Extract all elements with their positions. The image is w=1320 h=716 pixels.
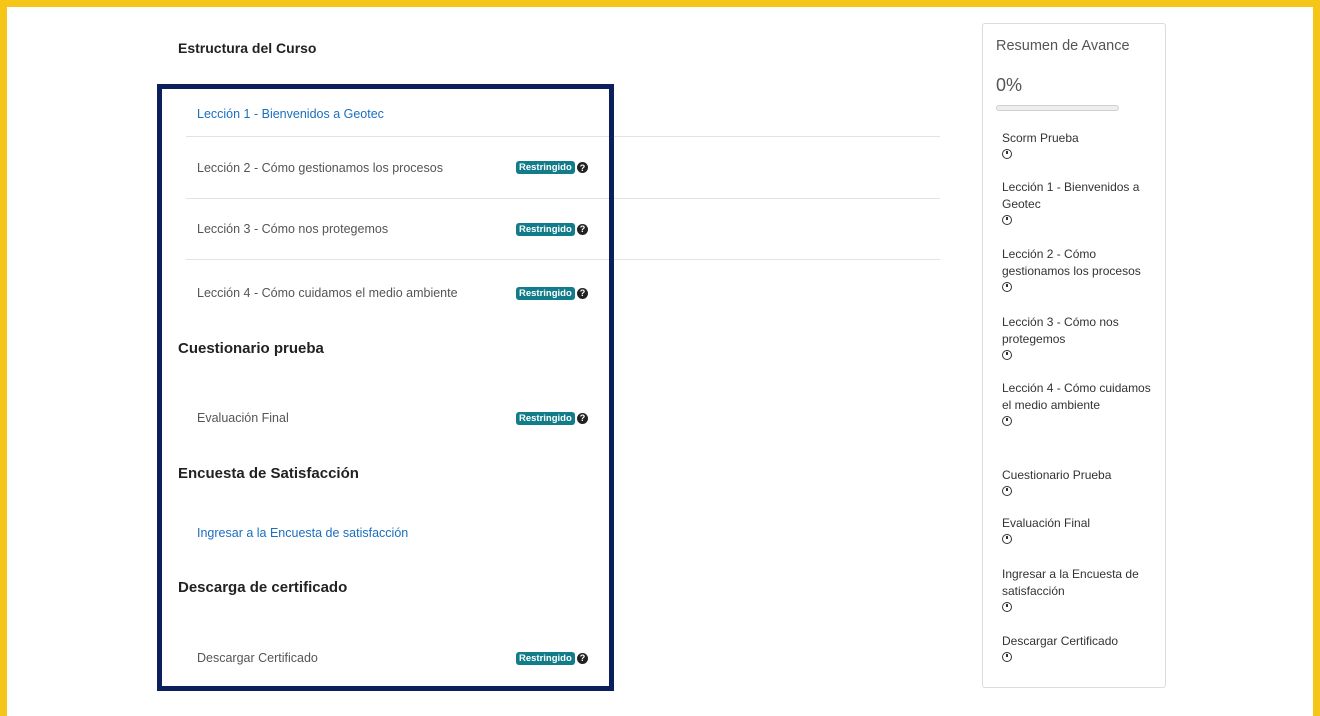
clock-icon <box>1002 416 1012 426</box>
summary-item-label: Descargar Certificado <box>1002 634 1119 648</box>
summary-item-label: Lección 1 - Bienvenidos a Geotec <box>1002 180 1140 211</box>
clock-icon <box>1002 534 1012 544</box>
summary-item[interactable]: Scorm Prueba <box>1002 130 1152 159</box>
summary-item[interactable]: Descargar Certificado <box>1002 633 1152 662</box>
summary-item[interactable]: Cuestionario Prueba <box>1002 467 1152 496</box>
summary-item-label: Cuestionario Prueba <box>1002 468 1112 482</box>
summary-item[interactable]: Evaluación Final <box>1002 515 1152 544</box>
clock-icon <box>1002 149 1012 159</box>
course-structure-title: Estructura del Curso <box>178 40 317 56</box>
clock-icon <box>1002 486 1012 496</box>
progress-bar <box>996 105 1119 111</box>
clock-icon <box>1002 652 1012 662</box>
clock-icon <box>1002 282 1012 292</box>
summary-item-label: Lección 4 - Cómo cuidamos el medio ambie… <box>1002 381 1151 412</box>
summary-item[interactable]: Lección 4 - Cómo cuidamos el medio ambie… <box>1002 380 1152 426</box>
summary-item[interactable]: Lección 3 - Cómo nos protegemos <box>1002 314 1152 360</box>
clock-icon <box>1002 215 1012 225</box>
progress-summary-title: Resumen de Avance <box>996 38 1130 54</box>
progress-percent: 0% <box>996 75 1023 95</box>
summary-item-label: Evaluación Final <box>1002 516 1091 530</box>
progress-summary-panel: Resumen de Avance 0% Scorm Prueba Lecció… <box>982 23 1166 688</box>
summary-item-label: Lección 2 - Cómo gestionamos los proceso… <box>1002 247 1141 278</box>
summary-item[interactable]: Lección 2 - Cómo gestionamos los proceso… <box>1002 246 1152 292</box>
summary-item[interactable]: Ingresar a la Encuesta de satisfacción <box>1002 566 1152 612</box>
clock-icon <box>1002 350 1012 360</box>
summary-item[interactable]: Lección 1 - Bienvenidos a Geotec <box>1002 179 1152 225</box>
summary-item-label: Ingresar a la Encuesta de satisfacción <box>1002 567 1139 598</box>
clock-icon <box>1002 602 1012 612</box>
summary-item-label: Lección 3 - Cómo nos protegemos <box>1002 315 1119 346</box>
summary-item-label: Scorm Prueba <box>1002 131 1079 145</box>
highlight-box <box>157 84 614 691</box>
